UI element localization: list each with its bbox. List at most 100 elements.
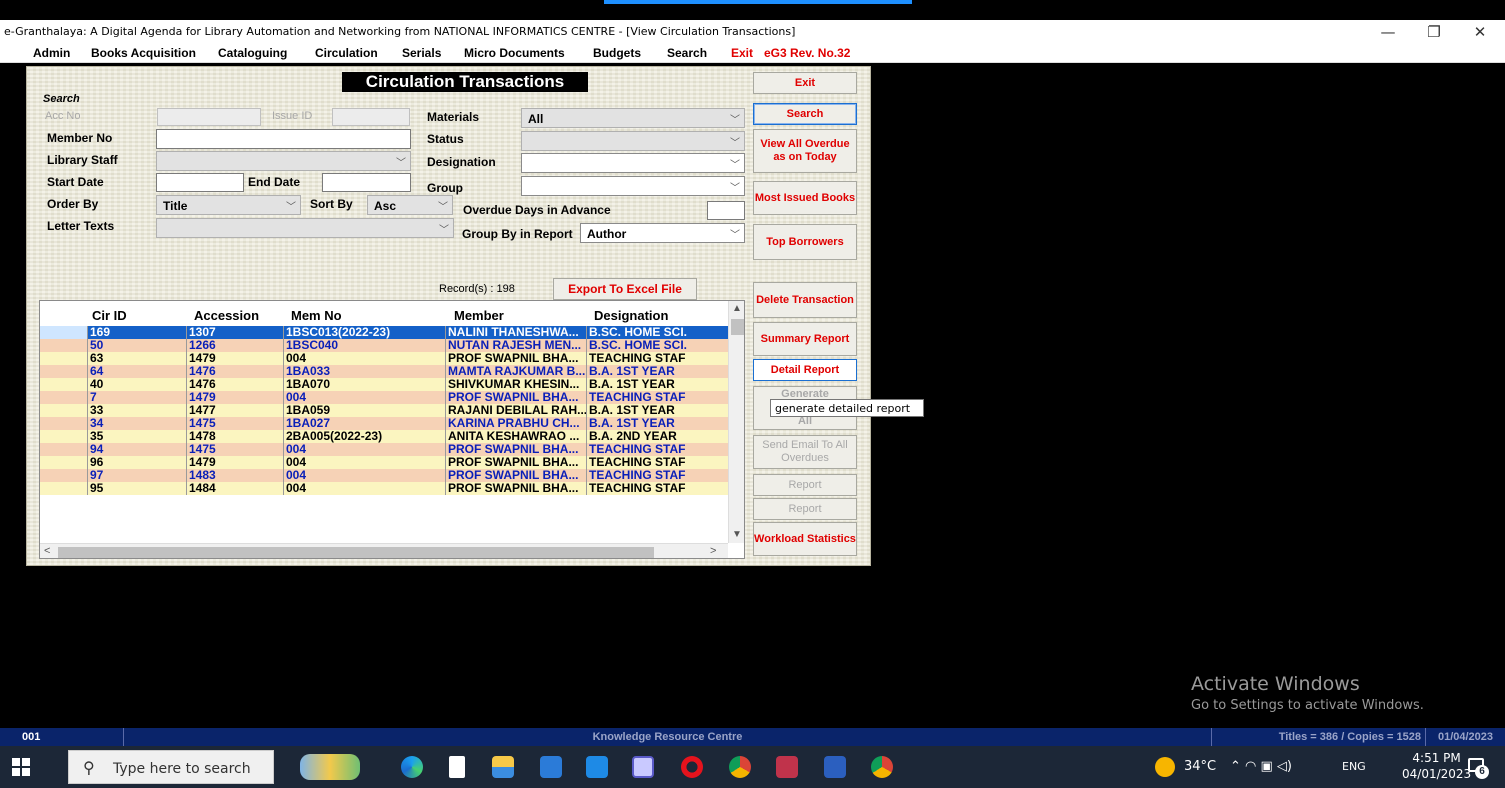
transactions-grid[interactable]: Cir ID Accession Mem No Member Designati…: [39, 300, 745, 559]
hscroll-thumb[interactable]: [58, 547, 654, 558]
edge-icon[interactable]: [401, 756, 423, 778]
row-selector[interactable]: [40, 326, 87, 339]
overdue-days-input[interactable]: [707, 201, 745, 220]
row-selector[interactable]: [40, 456, 87, 469]
exit-button[interactable]: Exit: [753, 72, 857, 94]
table-row[interactable]: 64 1476 1BA033 MAMTA RAJKUMAR B... B.A. 1ST …: [40, 365, 728, 378]
table-row[interactable]: 50 1266 1BSC040 NUTAN RAJESH MEN... B.SC. HO…: [40, 339, 728, 352]
menu-serials[interactable]: Serials: [402, 46, 441, 60]
row-selector[interactable]: [40, 417, 87, 430]
close-icon[interactable]: ✕: [1457, 22, 1503, 42]
library-staff-select[interactable]: ﹀: [156, 151, 411, 171]
table-row[interactable]: 169 1307 1BSC013(2022-23) NALINI THANESHWA.…: [40, 326, 728, 339]
menu-circulation[interactable]: Circulation: [315, 46, 378, 60]
menu-exit[interactable]: Exit: [731, 46, 753, 60]
col-accession[interactable]: Accession: [194, 308, 259, 323]
table-row[interactable]: 94 1475 004 PROF SWAPNIL BHA... TEACHING STA…: [40, 443, 728, 456]
notepad-icon[interactable]: [449, 756, 465, 778]
tray-icons[interactable]: ⌃ ◠ ▣ ◁): [1230, 759, 1292, 774]
egranthalaya-app-icon[interactable]: [632, 756, 654, 778]
weather-widget-icon[interactable]: [300, 754, 360, 780]
table-row[interactable]: 35 1478 2BA005(2022-23) ANITA KESHAWRAO ...…: [40, 430, 728, 443]
taskbar-search-box[interactable]: ⚲ Type here to search: [68, 750, 274, 784]
chrome-profile-icon[interactable]: [871, 756, 893, 778]
col-cir-id[interactable]: Cir ID: [92, 308, 127, 323]
store-icon[interactable]: [540, 756, 562, 778]
table-row[interactable]: 40 1476 1BA070 SHIVKUMAR KHESIN... B.A. 1ST …: [40, 378, 728, 391]
language-indicator[interactable]: ENG: [1342, 760, 1366, 773]
col-member[interactable]: Member: [454, 308, 504, 323]
table-row[interactable]: 7 1479 004 PROF SWAPNIL BHA... TEACHING STAF: [40, 391, 728, 404]
grid-horizontal-scrollbar[interactable]: < >: [40, 543, 728, 558]
view-all-overdue-button[interactable]: View All Overdue as on Today: [753, 129, 857, 173]
report-button-1[interactable]: Report: [753, 474, 857, 496]
sort-by-select[interactable]: Asc ﹀: [367, 195, 453, 215]
export-excel-button[interactable]: Export To Excel File: [553, 278, 697, 300]
menu-books-acquisition[interactable]: Books Acquisition: [91, 46, 196, 60]
group-select[interactable]: ﹀: [521, 176, 745, 196]
mail-icon[interactable]: [586, 756, 608, 778]
detail-report-button[interactable]: Detail Report: [753, 359, 857, 381]
table-row[interactable]: 34 1475 1BA027 KARINA PRABHU CH... B.A. 1ST …: [40, 417, 728, 430]
send-email-overdues-button[interactable]: Send Email To All Overdues: [753, 435, 857, 469]
grid-vertical-scrollbar[interactable]: ▲ ▼: [728, 301, 744, 543]
taskbar-clock[interactable]: 4:51 PM 04/01/2023: [1402, 750, 1471, 782]
row-selector[interactable]: [40, 443, 87, 456]
table-row[interactable]: 95 1484 004 PROF SWAPNIL BHA... TEACHING STA…: [40, 482, 728, 495]
row-selector[interactable]: [40, 469, 87, 482]
summary-report-button[interactable]: Summary Report: [753, 322, 857, 356]
search-button[interactable]: Search: [753, 103, 857, 125]
member-no-input[interactable]: [156, 129, 411, 149]
restore-icon[interactable]: ❐: [1411, 22, 1457, 42]
file-explorer-icon[interactable]: [492, 756, 514, 778]
table-row[interactable]: 63 1479 004 PROF SWAPNIL BHA... TEACHING STA…: [40, 352, 728, 365]
menu-micro-documents[interactable]: Micro Documents: [464, 46, 565, 60]
table-row[interactable]: 33 1477 1BA059 RAJANI DEBILAL RAH... B.A. 1S…: [40, 404, 728, 417]
notification-icon[interactable]: 6: [1466, 756, 1489, 779]
opera-icon[interactable]: [681, 756, 703, 778]
table-row[interactable]: 97 1483 004 PROF SWAPNIL BHA... TEACHING STA…: [40, 469, 728, 482]
order-by-select[interactable]: Title ﹀: [156, 195, 301, 215]
table-row[interactable]: 96 1479 004 PROF SWAPNIL BHA... TEACHING STA…: [40, 456, 728, 469]
chrome-icon[interactable]: [729, 756, 751, 778]
col-designation[interactable]: Designation: [594, 308, 668, 323]
menu-cataloguing[interactable]: Cataloguing: [218, 46, 287, 60]
issue-id-input[interactable]: [332, 108, 410, 126]
word-icon[interactable]: [824, 756, 846, 778]
group-by-report-select[interactable]: Author ﹀: [580, 223, 745, 243]
scroll-up-icon[interactable]: ▲: [732, 303, 742, 314]
row-selector[interactable]: [40, 339, 87, 352]
row-selector[interactable]: [40, 391, 87, 404]
menu-admin[interactable]: Admin: [33, 46, 70, 60]
scroll-thumb[interactable]: [731, 319, 744, 335]
designation-select[interactable]: ﹀: [521, 153, 745, 173]
temperature[interactable]: 34°C: [1184, 759, 1216, 774]
top-borrowers-button[interactable]: Top Borrowers: [753, 224, 857, 260]
materials-select[interactable]: All ﹀: [521, 108, 745, 128]
row-selector[interactable]: [40, 378, 87, 391]
scroll-left-icon[interactable]: <: [44, 545, 50, 557]
weather-sun-icon[interactable]: [1155, 757, 1175, 777]
windows-start-icon[interactable]: [12, 758, 30, 776]
letter-texts-select[interactable]: ﹀: [156, 218, 454, 238]
scroll-down-icon[interactable]: ▼: [732, 529, 742, 540]
menu-budgets[interactable]: Budgets: [593, 46, 641, 60]
scroll-right-icon[interactable]: >: [710, 545, 716, 557]
menu-search[interactable]: Search: [667, 46, 707, 60]
workload-statistics-button[interactable]: Workload Statistics: [753, 522, 857, 556]
end-date-input[interactable]: [322, 173, 411, 192]
status-select[interactable]: ﹀: [521, 131, 745, 151]
delete-transaction-button[interactable]: Delete Transaction: [753, 282, 857, 318]
most-issued-books-button[interactable]: Most Issued Books: [753, 181, 857, 215]
acc-no-input[interactable]: [157, 108, 261, 126]
access-icon[interactable]: [776, 756, 798, 778]
row-selector[interactable]: [40, 404, 87, 417]
row-selector[interactable]: [40, 352, 87, 365]
col-mem-no[interactable]: Mem No: [291, 308, 342, 323]
start-date-input[interactable]: [156, 173, 244, 192]
minimize-icon[interactable]: —: [1365, 22, 1411, 42]
row-selector[interactable]: [40, 365, 87, 378]
row-selector[interactable]: [40, 482, 87, 495]
row-selector[interactable]: [40, 430, 87, 443]
report-button-2[interactable]: Report: [753, 498, 857, 520]
